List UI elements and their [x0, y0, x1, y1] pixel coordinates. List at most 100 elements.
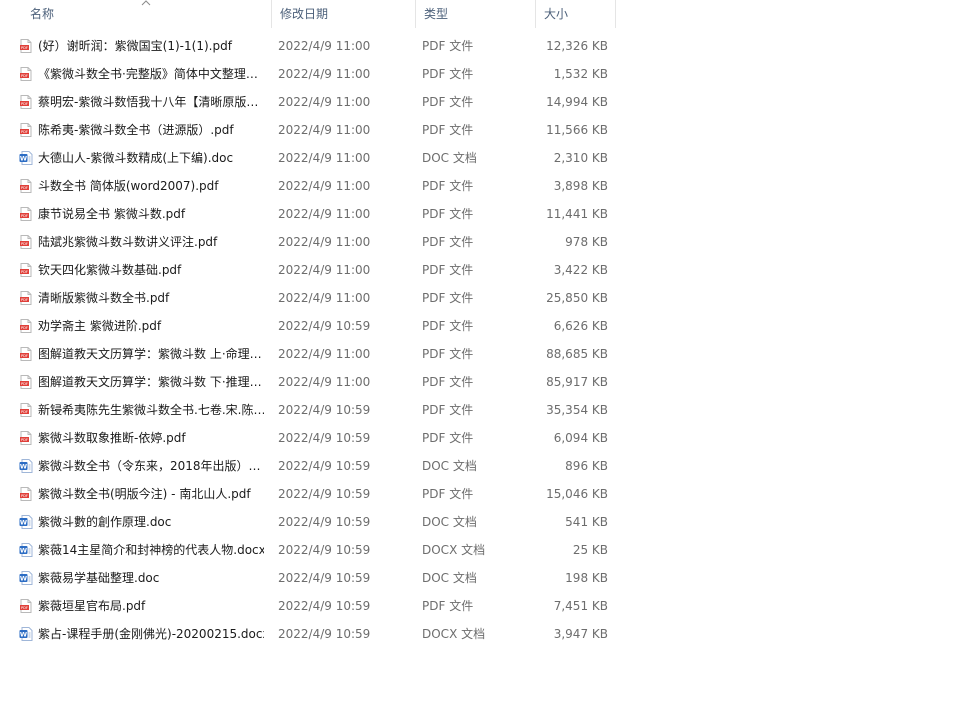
file-type: PDF 文件 [422, 431, 474, 445]
file-modified-date: 2022/4/9 10:59 [278, 543, 371, 557]
svg-text:PDF: PDF [21, 326, 28, 330]
file-name: 紫占-课程手册(金刚佛光)-20200215.docx [38, 627, 264, 641]
svg-text:PDF: PDF [21, 438, 28, 442]
file-name-cell[interactable]: PDF 陆斌兆紫微斗数斗数讲义评注.pdf [0, 228, 272, 256]
file-type: PDF 文件 [422, 347, 474, 361]
sort-ascending-icon [141, 0, 151, 6]
file-row[interactable]: PDF 劝学斋主 紫微进阶.pdf 2022/4/9 10:59 PDF 文件 6,62… [0, 312, 616, 340]
svg-text:PDF: PDF [21, 270, 28, 274]
svg-text:W: W [20, 631, 27, 639]
svg-text:PDF: PDF [21, 102, 28, 106]
file-row[interactable]: PDF 紫微斗数取象推断-依婷.pdf 2022/4/9 10:59 PDF 文件 6,… [0, 424, 616, 452]
file-row[interactable]: PDF 清晰版紫微斗数全书.pdf 2022/4/9 11:00 PDF 文件 25,8… [0, 284, 616, 312]
file-name-cell[interactable]: PDF 劝学斋主 紫微进阶.pdf [0, 312, 272, 340]
pdf-file-icon: PDF [20, 599, 32, 613]
file-type: PDF 文件 [422, 599, 474, 613]
file-row[interactable]: PDF 图解道教天文历算学：紫微斗数 上·命理… 2022/4/9 11:00 PDF… [0, 340, 616, 368]
file-row[interactable]: PDF 陈希夷-紫微斗数全书（进源版）.pdf 2022/4/9 11:00 PDF … [0, 116, 616, 144]
file-name-cell[interactable]: PDF 清晰版紫微斗数全书.pdf [0, 284, 272, 312]
file-modified-date: 2022/4/9 11:00 [278, 39, 371, 53]
file-row[interactable]: PDF 《紫微斗数全书·完整版》简体中文整理… 2022/4/9 11:00 PDF … [0, 60, 616, 88]
file-size: 3,898 KB [553, 179, 608, 193]
file-name: 紫薇14主星简介和封神榜的代表人物.docx [38, 543, 264, 557]
file-row[interactable]: W 紫微斗數的創作原理.doc 2022/4/9 10:59 DOC 文档 541 KB [0, 508, 616, 536]
file-size: 896 KB [565, 459, 608, 473]
file-name-cell[interactable]: W 紫薇易学基础整理.doc [0, 564, 272, 592]
file-name-cell[interactable]: PDF 紫微斗数全书(明版今注) - 南北山人.pdf [0, 480, 272, 508]
file-modified-date: 2022/4/9 10:59 [278, 627, 371, 641]
column-header: 名称 修改日期 类型 大小 [0, 0, 616, 28]
file-explorer: 名称 修改日期 类型 大小 PDF (好）谢昕润：紫微国宝(1)-1(1).pdf… [0, 0, 955, 728]
file-size: 88,685 KB [546, 347, 608, 361]
column-header-size-label: 大小 [544, 7, 569, 21]
file-name: 紫微斗數的創作原理.doc [38, 515, 172, 529]
svg-text:W: W [20, 155, 27, 163]
file-size: 6,626 KB [553, 319, 608, 333]
file-name-cell[interactable]: W 大德山人-紫微斗数精成(上下编).doc [0, 144, 272, 172]
column-header-type[interactable]: 类型 [416, 0, 536, 28]
svg-text:PDF: PDF [21, 606, 28, 610]
file-modified-date: 2022/4/9 11:00 [278, 375, 371, 389]
file-name-cell[interactable]: PDF (好）谢昕润：紫微国宝(1)-1(1).pdf [0, 32, 272, 60]
file-name: 新锓希夷陈先生紫微斗数全书.七卷.宋.陈… [38, 403, 264, 417]
file-name-cell[interactable]: W 紫微斗数全书（令东来，2018年出版）… [0, 452, 272, 480]
file-type: DOC 文档 [422, 459, 477, 473]
file-modified-date: 2022/4/9 11:00 [278, 179, 371, 193]
file-size: 12,326 KB [546, 39, 608, 53]
file-type: PDF 文件 [422, 67, 474, 81]
file-name-cell[interactable]: PDF 紫薇垣星官布局.pdf [0, 592, 272, 620]
column-header-date-label: 修改日期 [280, 7, 329, 21]
file-type: PDF 文件 [422, 291, 474, 305]
file-row[interactable]: PDF 康节说易全书 紫微斗数.pdf 2022/4/9 11:00 PDF 文件 11… [0, 200, 616, 228]
file-row[interactable]: PDF 钦天四化紫微斗数基础.pdf 2022/4/9 11:00 PDF 文件 3,4… [0, 256, 616, 284]
file-name-cell[interactable]: W 紫占-课程手册(金刚佛光)-20200215.docx [0, 620, 272, 648]
file-row[interactable]: PDF 紫薇垣星官布局.pdf 2022/4/9 10:59 PDF 文件 7,451 … [0, 592, 616, 620]
pdf-file-icon: PDF [20, 39, 32, 53]
file-name-cell[interactable]: PDF 《紫微斗数全书·完整版》简体中文整理… [0, 60, 272, 88]
column-header-size[interactable]: 大小 [536, 0, 616, 28]
pdf-file-icon: PDF [20, 487, 32, 501]
file-row[interactable]: W 紫薇14主星简介和封神榜的代表人物.docx 2022/4/9 10:59 DOC… [0, 536, 616, 564]
file-name-cell[interactable]: PDF 紫微斗数取象推断-依婷.pdf [0, 424, 272, 452]
file-row[interactable]: PDF 蔡明宏-紫微斗数悟我十八年【清晰原版… 2022/4/9 11:00 PDF … [0, 88, 616, 116]
svg-text:W: W [20, 463, 27, 471]
file-modified-date: 2022/4/9 11:00 [278, 67, 371, 81]
file-name-cell[interactable]: PDF 钦天四化紫微斗数基础.pdf [0, 256, 272, 284]
file-name-cell[interactable]: PDF 蔡明宏-紫微斗数悟我十八年【清晰原版… [0, 88, 272, 116]
file-size: 85,917 KB [546, 375, 608, 389]
file-name: 紫薇垣星官布局.pdf [38, 599, 146, 613]
file-name-cell[interactable]: PDF 图解道教天文历算学：紫微斗数 上·命理… [0, 340, 272, 368]
file-type: PDF 文件 [422, 263, 474, 277]
file-name-cell[interactable]: W 紫微斗數的創作原理.doc [0, 508, 272, 536]
file-row[interactable]: PDF 陆斌兆紫微斗数斗数讲义评注.pdf 2022/4/9 11:00 PDF 文件… [0, 228, 616, 256]
file-size: 11,566 KB [546, 123, 608, 137]
file-row[interactable]: W 紫薇易学基础整理.doc 2022/4/9 10:59 DOC 文档 198 KB [0, 564, 616, 592]
file-row[interactable]: PDF 新锓希夷陈先生紫微斗数全书.七卷.宋.陈… 2022/4/9 10:59 PD… [0, 396, 616, 424]
file-row[interactable]: W 大德山人-紫微斗数精成(上下编).doc 2022/4/9 11:00 DOC 文… [0, 144, 616, 172]
file-row[interactable]: PDF 斗数全书 简体版(word2007).pdf 2022/4/9 11:00 P… [0, 172, 616, 200]
file-type: PDF 文件 [422, 179, 474, 193]
file-row[interactable]: W 紫占-课程手册(金刚佛光)-20200215.docx 2022/4/9 10:… [0, 620, 616, 648]
file-name-cell[interactable]: PDF 陈希夷-紫微斗数全书（进源版）.pdf [0, 116, 272, 144]
file-name-cell[interactable]: PDF 斗数全书 简体版(word2007).pdf [0, 172, 272, 200]
pdf-file-icon: PDF [20, 67, 32, 81]
column-header-name[interactable]: 名称 [0, 0, 272, 28]
file-row[interactable]: PDF 紫微斗数全书(明版今注) - 南北山人.pdf 2022/4/9 10:59… [0, 480, 616, 508]
file-row[interactable]: PDF (好）谢昕润：紫微国宝(1)-1(1).pdf 2022/4/9 11:00… [0, 32, 616, 60]
pdf-file-icon: PDF [20, 403, 32, 417]
file-row[interactable]: W 紫微斗数全书（令东来，2018年出版）… 2022/4/9 10:59 DOC 文… [0, 452, 616, 480]
file-name: 《紫微斗数全书·完整版》简体中文整理… [38, 67, 258, 81]
file-size: 1,532 KB [553, 67, 608, 81]
file-name: 劝学斋主 紫微进阶.pdf [38, 319, 162, 333]
svg-text:PDF: PDF [21, 298, 28, 302]
file-name-cell[interactable]: W 紫薇14主星简介和封神榜的代表人物.docx [0, 536, 272, 564]
file-size: 25 KB [572, 543, 608, 557]
file-name-cell[interactable]: PDF 康节说易全书 紫微斗数.pdf [0, 200, 272, 228]
word-doc-icon: W [19, 543, 33, 557]
file-name-cell[interactable]: PDF 新锓希夷陈先生紫微斗数全书.七卷.宋.陈… [0, 396, 272, 424]
file-row[interactable]: PDF 图解道教天文历算学：紫微斗数 下·推理… 2022/4/9 11:00 PDF… [0, 368, 616, 396]
file-modified-date: 2022/4/9 10:59 [278, 431, 371, 445]
column-header-date[interactable]: 修改日期 [272, 0, 416, 28]
file-name-cell[interactable]: PDF 图解道教天文历算学：紫微斗数 下·推理… [0, 368, 272, 396]
file-size: 25,850 KB [546, 291, 608, 305]
